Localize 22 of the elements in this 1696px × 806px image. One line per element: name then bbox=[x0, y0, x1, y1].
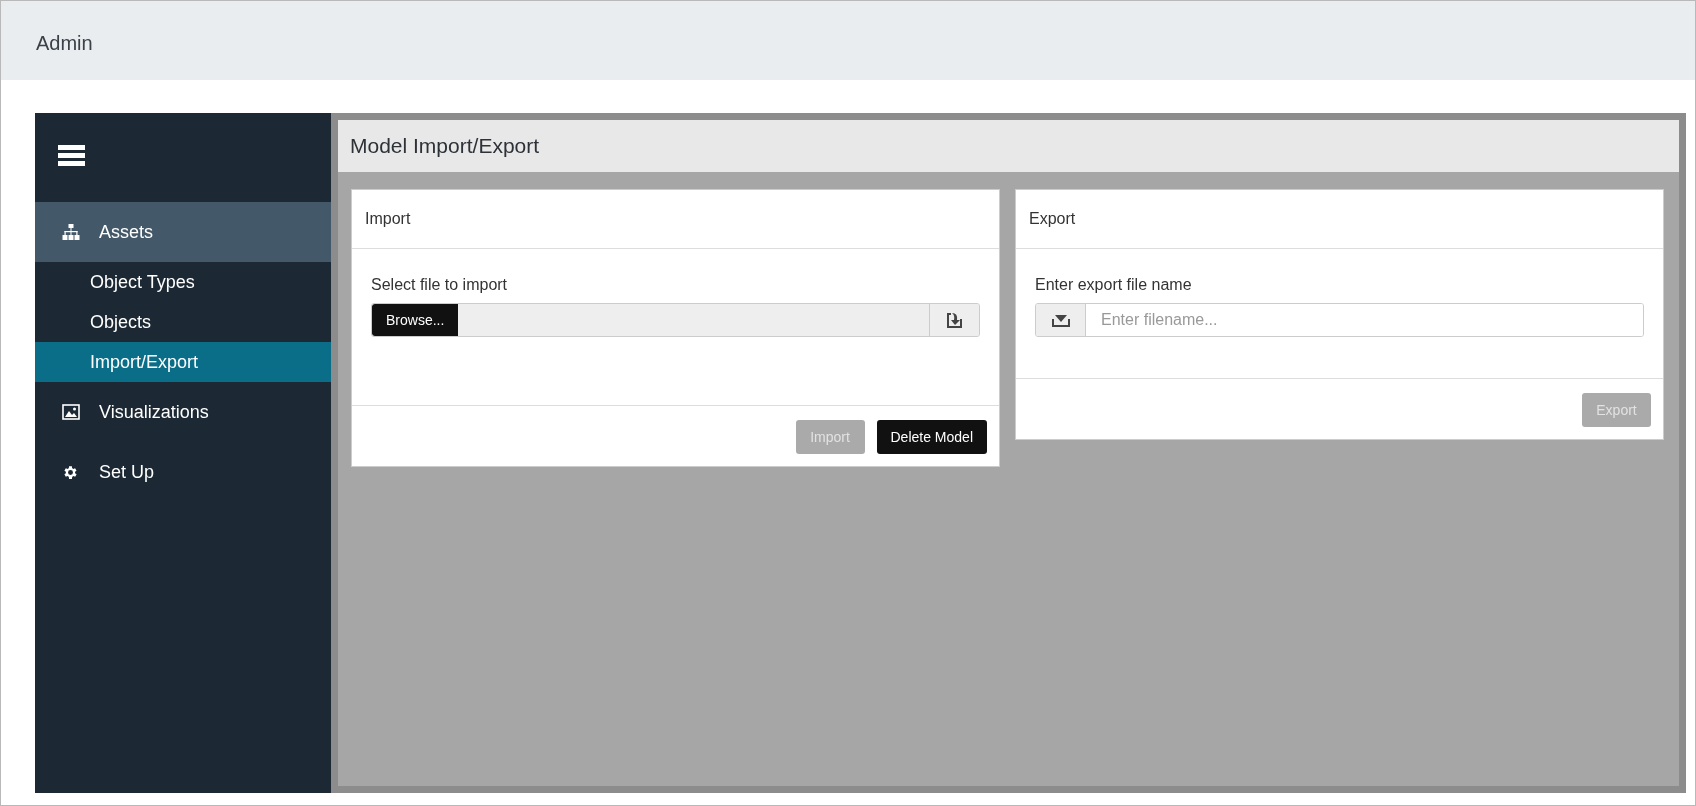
filename-field[interactable]: Enter filename... bbox=[1035, 303, 1644, 337]
card-title: Export bbox=[1029, 210, 1076, 228]
file-input-field[interactable]: Browse... bbox=[371, 303, 980, 337]
header-title: Admin bbox=[36, 32, 93, 55]
sidebar-subitem[interactable]: Object Types bbox=[35, 262, 331, 302]
field-label: Select file to import bbox=[371, 276, 508, 294]
menu-icon[interactable] bbox=[58, 145, 85, 166]
sidebar-item[interactable]: Assets bbox=[35, 202, 331, 262]
import-icon bbox=[944, 310, 965, 330]
card-title: Import bbox=[365, 210, 411, 228]
download-tray-icon bbox=[1051, 312, 1070, 328]
sidebar-subitem[interactable]: Import/Export bbox=[35, 342, 331, 382]
field-label: Enter export file name bbox=[1035, 276, 1192, 294]
sidebar-subitem[interactable]: Objects bbox=[35, 302, 331, 342]
action-button[interactable]: Delete Model bbox=[876, 420, 987, 454]
image-icon bbox=[61, 404, 80, 420]
sidebar-item[interactable]: Set Up bbox=[35, 442, 331, 502]
page-title: Model Import/Export bbox=[350, 134, 540, 158]
hierarchy-icon bbox=[61, 223, 80, 241]
sidebar-item[interactable]: Visualizations bbox=[35, 382, 331, 442]
gear-icon bbox=[62, 463, 79, 481]
browse-button[interactable]: Browse... bbox=[372, 304, 459, 336]
